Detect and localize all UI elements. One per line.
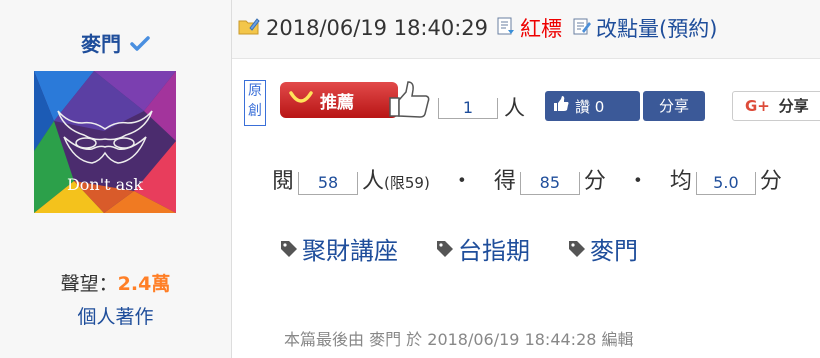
red-label-link[interactable]: 紅標 <box>520 13 562 43</box>
facebook-like-label: 讚 0 <box>575 97 605 116</box>
tag-icon <box>437 240 453 257</box>
avatar[interactable]: Don't ask <box>34 71 176 213</box>
tag-label: 聚財講座 <box>302 237 398 265</box>
works-link[interactable]: 個人著作 <box>0 302 231 329</box>
tag-icon <box>281 240 297 257</box>
avg-unit: 分 <box>759 169 782 194</box>
recommend-label: 推薦 <box>320 92 354 113</box>
post-stats: 閱 58 人(限59) ・ 得 85 分 ・ 均 5.0 分 <box>272 163 782 195</box>
edit-document-icon <box>572 16 592 41</box>
tag-item[interactable]: 麥門 <box>568 231 638 266</box>
read-count: 58 <box>298 172 359 195</box>
author-name[interactable]: 麥門 <box>81 32 121 56</box>
tag-item[interactable]: 台指期 <box>436 231 530 266</box>
google-plus-share-label: 分享 <box>778 97 809 115</box>
document-flag-icon <box>496 16 516 41</box>
edit-points-link[interactable]: 改點量(預約) <box>596 13 717 43</box>
recommend-button[interactable]: 推薦 <box>280 82 398 118</box>
google-plus-icon: G+ <box>745 97 770 115</box>
post-datetime: 2018/06/19 18:40:29 <box>266 16 489 40</box>
score-label: 得 <box>493 169 516 194</box>
reputation-value: 2.4萬 <box>117 273 171 295</box>
separator-dot: ・ <box>450 169 473 194</box>
tag-icon <box>569 240 585 257</box>
recommend-count: 1 <box>438 98 498 119</box>
read-limit: (限59) <box>384 174 430 192</box>
read-unit: 人 <box>362 169 385 194</box>
tag-label: 台指期 <box>458 237 530 265</box>
author-sidebar: 麥門 Don't ask 聲望：2.4萬 個人著作 <box>0 0 232 358</box>
tag-label: 麥門 <box>590 237 638 265</box>
avatar-caption: Don't ask <box>66 175 144 194</box>
score-unit: 分 <box>583 169 606 194</box>
score-value: 85 <box>519 172 580 195</box>
tag-item[interactable]: 聚財講座 <box>280 231 398 266</box>
google-plus-share-button[interactable]: G+ 分享 <box>732 91 820 121</box>
read-label: 閱 <box>272 169 295 194</box>
reputation: 聲望：2.4萬 <box>0 269 231 296</box>
smile-icon <box>288 89 314 112</box>
folder-edit-icon <box>238 16 260 41</box>
post-meta-bar: 2018/06/19 18:40:29 紅標 改點量(預約) <box>232 0 820 59</box>
thumbs-up-icon[interactable] <box>388 80 432 124</box>
person-unit: 人 <box>504 96 525 120</box>
facebook-share-button[interactable]: 分享 <box>643 91 705 121</box>
original-badge: 原創 <box>244 80 266 126</box>
facebook-like-button[interactable]: 讚 0 <box>545 91 640 121</box>
verified-check-icon <box>130 35 150 57</box>
avg-label: 均 <box>669 169 692 194</box>
author-name-row: 麥門 <box>0 28 231 57</box>
tag-list: 聚財講座 台指期 麥門 <box>280 231 676 266</box>
avg-value: 5.0 <box>695 172 756 195</box>
separator-dot: ・ <box>626 169 649 194</box>
thumbs-up-icon <box>553 96 569 116</box>
last-edit-note: 本篇最後由 麥門 於 2018/06/19 18:44:28 編輯 <box>284 330 634 349</box>
post-main: 2018/06/19 18:40:29 紅標 改點量(預約) 原創 推薦 1 人… <box>232 0 820 358</box>
reputation-label: 聲望： <box>60 273 118 295</box>
